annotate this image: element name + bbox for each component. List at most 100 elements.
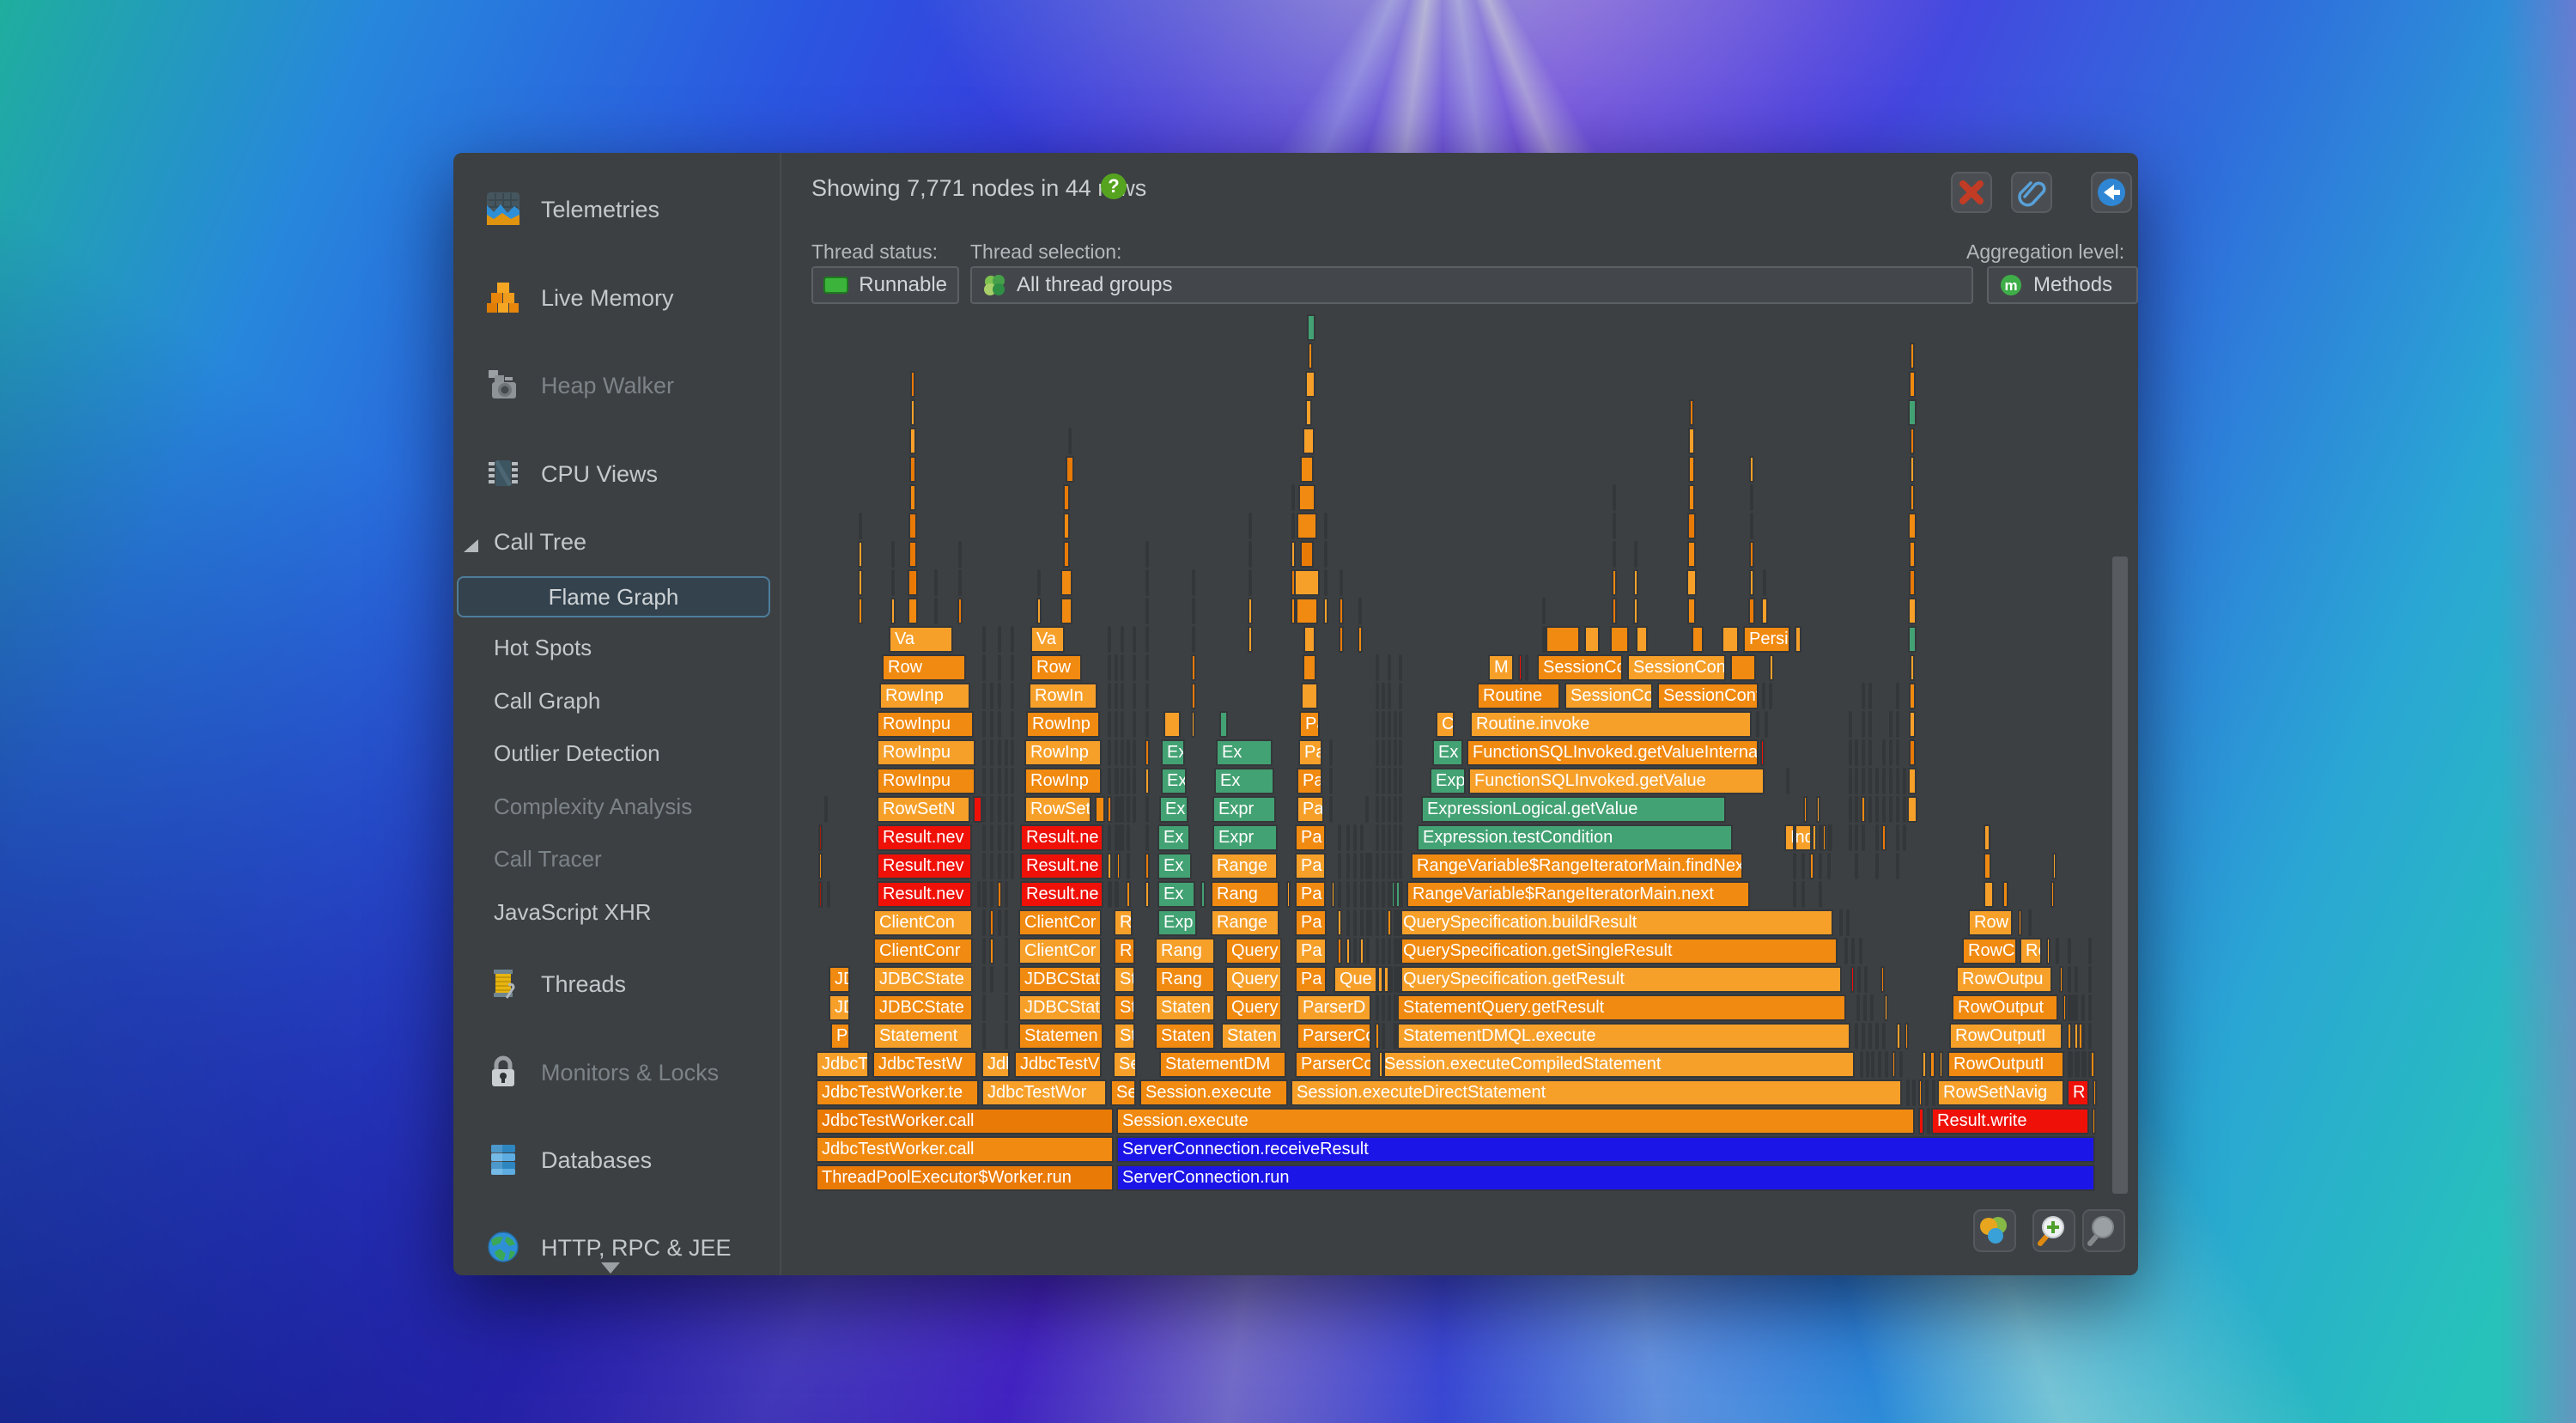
flame-frame-small[interactable]	[1115, 711, 1118, 738]
flame-frame-small[interactable]	[982, 768, 986, 794]
flame-frame-small[interactable]	[1910, 484, 1916, 511]
flame-frame-small[interactable]	[998, 626, 1001, 653]
flame-frame-small[interactable]	[982, 938, 987, 964]
flame-frame[interactable]: ExpressionLogical.getValue	[1421, 796, 1726, 823]
flame-frame-small[interactable]	[982, 626, 986, 653]
flame-frame-small[interactable]	[1005, 881, 1008, 908]
flame-frame-small[interactable]	[1750, 484, 1753, 511]
flame-frame-small[interactable]	[973, 796, 982, 823]
flame-frame-small[interactable]	[1908, 598, 1917, 624]
flame-frame-small[interactable]	[1908, 513, 1916, 539]
aggregation-level-dropdown[interactable]: m Methods	[1987, 266, 2138, 304]
flame-frame-small[interactable]	[891, 569, 896, 596]
flame-frame-small[interactable]	[1884, 994, 1888, 1021]
flame-frame-small[interactable]	[1115, 768, 1118, 794]
flame-frame[interactable]: RowOutput	[1952, 994, 2058, 1021]
flame-frame-small[interactable]	[1338, 881, 1342, 908]
flame-frame-small[interactable]	[998, 739, 1001, 766]
flame-frame-small[interactable]	[1827, 853, 1831, 879]
flame-frame-small[interactable]	[1809, 853, 1814, 879]
flame-frame[interactable]: St	[1114, 966, 1135, 993]
flame-frame-small[interactable]	[818, 881, 823, 908]
flame-frame-small[interactable]	[1145, 683, 1149, 709]
flame-frame-small[interactable]	[1108, 881, 1112, 908]
flame-frame-small[interactable]	[1305, 399, 1312, 426]
flame-frame-small[interactable]	[1394, 853, 1397, 879]
flame-frame-small[interactable]	[1191, 711, 1195, 738]
flame-frame-small[interactable]	[1692, 626, 1704, 653]
flame-frame[interactable]: Va	[889, 626, 953, 653]
flame-frame-small[interactable]	[2075, 1051, 2079, 1078]
flame-frame-small[interactable]	[1145, 598, 1149, 624]
flame-frame-small[interactable]	[2068, 1051, 2072, 1078]
flame-frame-small[interactable]	[1121, 626, 1124, 653]
flame-frame-small[interactable]	[827, 881, 830, 908]
flame-frame[interactable]: Expression.testCondition	[1417, 824, 1733, 851]
flame-frame-small[interactable]	[1932, 1079, 1935, 1106]
flame-frame[interactable]: Pa	[1297, 768, 1322, 794]
flame-frame-small[interactable]	[958, 569, 962, 596]
flame-frame-small[interactable]	[1382, 711, 1385, 738]
flame-frame-small[interactable]	[2081, 994, 2085, 1021]
flame-frame[interactable]: ServerConnection.run	[1116, 1165, 2095, 1191]
flame-frame-small[interactable]	[1518, 654, 1522, 681]
flame-frame-small[interactable]	[1063, 513, 1071, 539]
flame-frame-small[interactable]	[1801, 881, 1805, 908]
flame-frame[interactable]: Ex	[1157, 824, 1190, 851]
flame-frame-small[interactable]	[1868, 1023, 1872, 1049]
flame-frame[interactable]: RowSetNavig	[1937, 1079, 2064, 1106]
flame-frame[interactable]: Expr	[1212, 824, 1278, 851]
flame-frame[interactable]: Pa	[1295, 881, 1326, 908]
flame-frame-small[interactable]	[1145, 541, 1149, 568]
flame-frame-small[interactable]	[818, 853, 823, 879]
flame-frame-small[interactable]	[1984, 853, 1991, 879]
flame-frame-small[interactable]	[1394, 796, 1397, 823]
flame-frame[interactable]: Query	[1225, 994, 1282, 1021]
flame-frame[interactable]: Routine	[1477, 683, 1560, 709]
flame-frame[interactable]: Result.ne	[1020, 881, 1103, 908]
flame-frame-small[interactable]	[982, 853, 986, 879]
flame-frame-small[interactable]	[908, 569, 918, 596]
sidebar-item-heap-walker[interactable]: Heap Walker	[541, 373, 674, 399]
flame-frame[interactable]: RowSet	[1024, 796, 1091, 823]
flame-frame-small[interactable]	[1376, 711, 1379, 738]
flame-frame-small[interactable]	[1688, 428, 1694, 454]
flame-frame[interactable]: Query	[1225, 938, 1282, 964]
flame-frame-small[interactable]	[824, 796, 828, 823]
flame-frame-small[interactable]	[1011, 824, 1014, 851]
flame-frame[interactable]: Rang	[1211, 881, 1279, 908]
flame-frame-small[interactable]	[1855, 768, 1858, 794]
flame-frame[interactable]: RowInp	[1024, 768, 1102, 794]
flame-frame-small[interactable]	[1896, 853, 1899, 879]
flame-frame-small[interactable]	[1394, 909, 1397, 936]
flame-frame-small[interactable]	[1145, 881, 1151, 908]
flame-frame[interactable]: Row	[1968, 909, 2013, 936]
flame-frame-small[interactable]	[890, 598, 896, 624]
flame-frame-small[interactable]	[1303, 428, 1315, 454]
flame-frame-small[interactable]	[1875, 853, 1879, 879]
flame-frame-small[interactable]	[1765, 711, 1768, 738]
flame-frame-small[interactable]	[1687, 541, 1696, 568]
flame-frame-small[interactable]	[1388, 994, 1391, 1021]
flame-frame[interactable]: Se	[1113, 1051, 1137, 1078]
flame-frame-small[interactable]	[1249, 569, 1253, 596]
flame-frame[interactable]: SessionContex	[1657, 683, 1759, 709]
flame-frame-small[interactable]	[1107, 853, 1111, 879]
flame-frame-small[interactable]	[909, 456, 916, 483]
flame-frame-small[interactable]	[1108, 739, 1111, 766]
flame-frame-small[interactable]	[1399, 824, 1402, 851]
flame-frame-small[interactable]	[1399, 966, 1403, 993]
flame-frame-small[interactable]	[1786, 768, 1789, 794]
flame-frame-small[interactable]	[1749, 569, 1755, 596]
flame-frame-small[interactable]	[1376, 853, 1379, 879]
flame-frame-small[interactable]	[909, 484, 917, 511]
flame-frame-small[interactable]	[1810, 824, 1814, 851]
flame-frame-small[interactable]	[1388, 966, 1391, 993]
flame-frame-small[interactable]	[1849, 796, 1852, 823]
flame-frame-small[interactable]	[2088, 1051, 2092, 1078]
flame-frame-small[interactable]	[1882, 796, 1886, 823]
flame-frame-small[interactable]	[1145, 626, 1149, 653]
flame-frame-small[interactable]	[1889, 739, 1893, 766]
flame-frame-small[interactable]	[1909, 541, 1916, 568]
flame-frame-small[interactable]	[990, 768, 993, 794]
